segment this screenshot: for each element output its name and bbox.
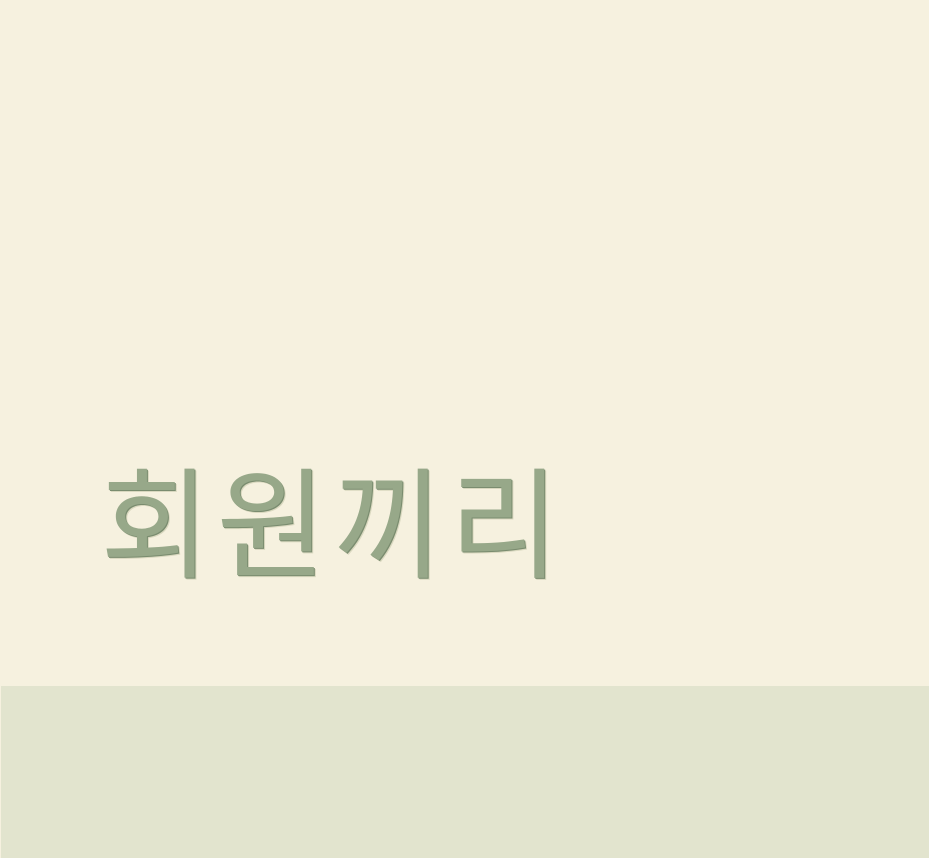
background-panel: 회원끼리: [0, 0, 929, 686]
bottom-band: [1, 686, 929, 858]
page-title: 회원끼리: [100, 458, 566, 597]
